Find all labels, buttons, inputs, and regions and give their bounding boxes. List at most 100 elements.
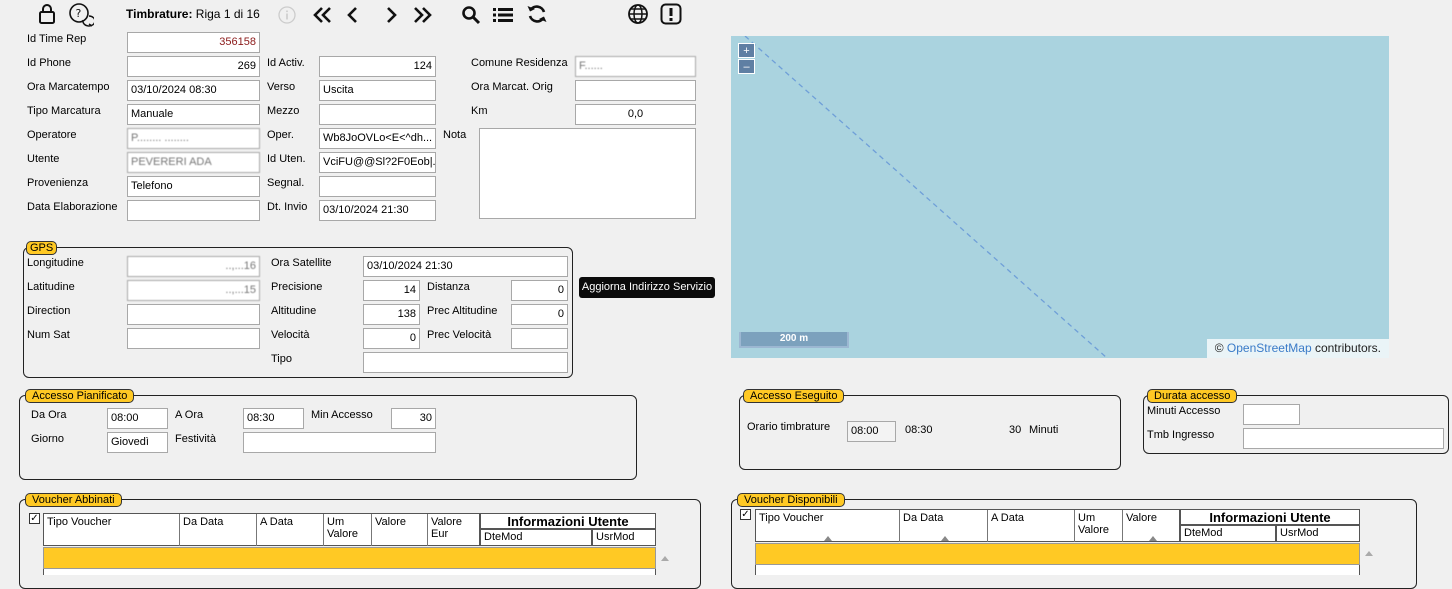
orario-timbrature-label: Orario timbrature	[747, 421, 831, 433]
map-view[interactable]: + – 200 m © OpenStreetMap contributors.	[731, 36, 1389, 358]
tipo-marcatura-field[interactable]: Manuale	[127, 104, 260, 125]
verso-field[interactable]: Uscita	[319, 80, 436, 101]
voucher-disponibili-select-all-checkbox[interactable]: ✓	[740, 509, 751, 520]
aggiorna-indirizzo-tooltip[interactable]: Aggiorna Indirizzo Servizio	[579, 277, 715, 298]
minuti-label: Minuti	[1029, 424, 1059, 436]
distanza-field[interactable]: 0	[511, 280, 568, 301]
sort-da-data-icon[interactable]	[941, 536, 949, 541]
giorno-label: Giorno	[31, 433, 65, 445]
oper-field[interactable]: Wb8JoOVLo<E<^dh...	[319, 128, 436, 149]
voucher-abbinati-table-body	[43, 569, 656, 575]
a-ora-field[interactable]: 08:30	[243, 408, 304, 429]
accesso-pianificato-legend: Accesso Pianificato	[25, 389, 135, 403]
col-a-data[interactable]: A Data	[257, 514, 324, 546]
col-valore[interactable]: Valore	[372, 514, 428, 546]
tmb-ingresso-field[interactable]	[1243, 428, 1444, 449]
velocita-label: Velocità	[271, 329, 310, 341]
mezzo-field[interactable]	[319, 104, 436, 125]
km-field[interactable]: 0,0	[575, 104, 696, 125]
col-usrmod[interactable]: UsrMod	[592, 529, 656, 546]
col-tipo-voucher[interactable]: Tipo Voucher	[44, 514, 180, 546]
dt-invio-field[interactable]: 03/10/2024 21:30	[319, 200, 436, 221]
operatore-label: Operatore	[27, 129, 77, 141]
segnal-field[interactable]	[319, 176, 436, 197]
ora-marcatempo-label: Ora Marcatempo	[27, 81, 110, 93]
openstreetmap-link[interactable]: OpenStreetMap	[1227, 341, 1312, 355]
accesso-eseguito-legend: Accesso Eseguito	[743, 389, 845, 403]
id-time-rep-label: Id Time Rep	[27, 33, 87, 45]
sort-valore-icon[interactable]	[1149, 536, 1157, 541]
prec-altitudine-label: Prec Altitudine	[427, 305, 498, 317]
id-phone-field[interactable]: 269	[127, 56, 260, 77]
list-icon[interactable]	[492, 4, 514, 26]
help-chat-icon[interactable]: ?	[68, 2, 94, 28]
sort-tipo-voucher-icon[interactable]	[824, 536, 832, 541]
map-route-line	[744, 36, 1108, 358]
data-elaborazione-field[interactable]	[127, 200, 260, 221]
svg-text:?: ?	[76, 7, 82, 20]
utente-field[interactable]: PEVERERI ADA	[127, 152, 260, 173]
col-um-valore[interactable]: Um Valore	[1075, 510, 1123, 542]
next-record-icon[interactable]	[380, 4, 402, 26]
velocita-field[interactable]: 0	[363, 328, 420, 349]
first-record-icon[interactable]	[311, 4, 335, 26]
dt-invio-label: Dt. Invio	[267, 201, 308, 213]
voucher-disponibili-selected-row[interactable]	[755, 543, 1360, 565]
voucher-abbinati-select-all-checkbox[interactable]: ✓	[29, 513, 40, 524]
ora-satellite-field[interactable]: 03/10/2024 21:30	[363, 256, 568, 277]
zoom-out-button[interactable]: –	[738, 59, 755, 74]
last-record-icon[interactable]	[410, 4, 434, 26]
id-uten-field[interactable]: VciFU@@Sl?2F0Eob|...	[319, 152, 436, 173]
tipo-marcatura-label: Tipo Marcatura	[27, 105, 101, 117]
toolbar-title-bold: Timbrature:	[126, 7, 193, 21]
col-dtemod[interactable]: DteMod	[480, 529, 592, 546]
alert-icon[interactable]	[660, 3, 682, 25]
col-da-data[interactable]: Da Data	[180, 514, 257, 546]
col-a-data[interactable]: A Data	[988, 510, 1075, 542]
scroll-up-arrow-icon[interactable]	[1365, 551, 1373, 556]
altitudine-field[interactable]: 138	[363, 304, 420, 325]
col-valore-eur[interactable]: Valore Eur	[428, 514, 480, 546]
min-accesso-label: Min Accesso	[311, 409, 373, 421]
lock-icon[interactable]	[36, 3, 58, 25]
scroll-up-arrow-icon[interactable]	[661, 556, 669, 561]
da-ora-field[interactable]: 08:00	[107, 408, 168, 429]
min-accesso-field[interactable]: 30	[391, 408, 436, 429]
durata-accesso-legend: Durata accesso	[1147, 389, 1238, 403]
provenienza-field[interactable]: Telefono	[127, 176, 260, 197]
info-icon[interactable]	[276, 4, 298, 26]
col-um-valore[interactable]: Um Valore	[324, 514, 372, 546]
id-activ-field[interactable]: 124	[319, 56, 436, 77]
prec-velocita-field[interactable]	[511, 328, 568, 349]
precisione-field[interactable]: 14	[363, 280, 420, 301]
voucher-abbinati-legend: Voucher Abbinati	[25, 493, 122, 507]
direction-field[interactable]	[127, 304, 260, 325]
globe-icon[interactable]	[627, 3, 649, 25]
ora-marcatempo-field[interactable]: 03/10/2024 08:30	[127, 80, 260, 101]
minuti-accesso-field[interactable]	[1243, 404, 1300, 425]
prec-altitudine-field[interactable]: 0	[511, 304, 568, 325]
longitudine-field[interactable]: ..,...16	[127, 256, 260, 277]
id-uten-label: Id Uten.	[267, 153, 306, 165]
giorno-field[interactable]: Giovedì	[107, 432, 168, 453]
search-icon[interactable]	[460, 4, 482, 26]
altitudine-label: Altitudine	[271, 305, 317, 317]
operatore-field[interactable]: P........ ........	[127, 128, 260, 149]
toolbar-title: Timbrature: Riga 1 di 16	[126, 7, 260, 21]
refresh-icon[interactable]	[526, 3, 548, 25]
previous-record-icon[interactable]	[342, 4, 364, 26]
orario-start-field[interactable]: 08:00	[847, 421, 896, 442]
nota-textarea[interactable]	[479, 128, 696, 219]
comune-residenza-field[interactable]: F......	[575, 56, 696, 77]
zoom-in-button[interactable]: +	[738, 43, 755, 58]
id-time-rep-field[interactable]: 356158	[127, 32, 260, 53]
tipo-field[interactable]	[363, 352, 568, 373]
voucher-abbinati-selected-row[interactable]	[43, 547, 656, 569]
latitudine-field[interactable]: ..,...15	[127, 280, 260, 301]
id-activ-label: Id Activ.	[267, 57, 305, 69]
festivita-field[interactable]	[243, 432, 436, 453]
col-dtemod[interactable]: DteMod	[1180, 525, 1276, 542]
col-usrmod[interactable]: UsrMod	[1276, 525, 1360, 542]
ora-marcat-orig-field[interactable]	[575, 80, 696, 101]
num-sat-field[interactable]	[127, 328, 260, 349]
